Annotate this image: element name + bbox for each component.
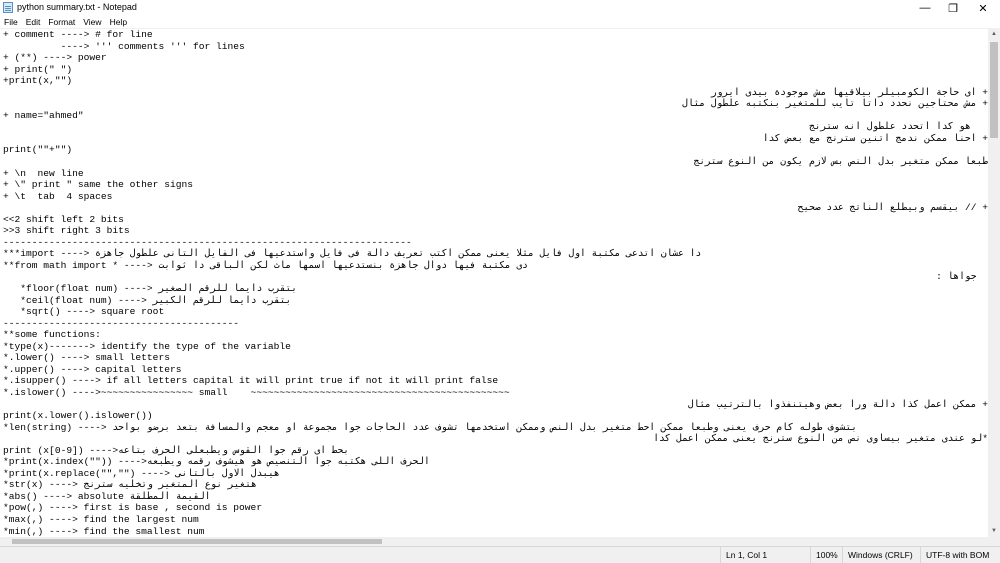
maximize-icon: ❐ [948,2,958,15]
editor-line: + ممكن اعمل كذا دالة ورا بعض وهيتنفذوا ب… [687,398,988,410]
menu-edit[interactable]: Edit [22,16,45,28]
title-bar[interactable]: python summary.txt - Notepad — ❐ ✕ [0,0,1000,16]
editor-line: جواها : [936,271,988,283]
minimize-button[interactable]: — [910,0,940,16]
editor-line: <<2 shift left 2 bits [3,213,124,225]
editor-line: + احنا ممكن ندمج اتنين سترنج مع بعض كدا [762,132,988,144]
editor-line: + name="ahmed" [3,109,84,121]
close-button[interactable]: ✕ [968,0,998,16]
editor-line: *ceil(float num) ----> بتقرب دايما للرقم… [3,294,292,306]
editor-line: + (**) ----> power [3,52,107,64]
menu-file[interactable]: File [0,16,22,28]
editor-line: *.lower() ----> small letters [3,352,170,364]
menu-help[interactable]: Help [106,16,131,28]
editor-line: *.isupper() ----> if all letters capital… [3,375,499,387]
editor-line: *print(x.replace("","") ----> هيبدل الاو… [3,467,280,479]
zoom-level: 100% [810,547,842,563]
notepad-icon [3,2,13,13]
editor-line: + \n new line [3,167,84,179]
editor-line: print(""+"") [3,144,73,156]
editor-line: ----> ''' comments ''' for lines [3,40,245,52]
editor-line: *sqrt() ----> square root [3,306,165,318]
editor-line: *str(x) ----> هتغير نوع المتغير وتخليه س… [3,479,257,491]
editor-line: طبعا ممكن متغير بدل النص بس لازم يكون من… [693,156,988,168]
menu-format[interactable]: Format [44,16,79,28]
editor-line: *type(x)-------> identify the type of th… [3,340,291,352]
editor-line: *len(string) ----> بتشوف طوله كام حرف يع… [3,421,858,433]
editor-line: +print(x,"") [3,75,73,87]
editor-line: ----------------------------------------… [3,236,412,248]
editor-line: + اى حاجة الكومبيلر بيلاقيها مش موجودة ب… [710,86,988,98]
menu-view[interactable]: View [79,16,105,28]
line-ending: Windows (CRLF) [842,547,920,563]
editor-line: + // بيقسم وبيطلع الناتج عدد صحيح [797,202,988,214]
editor-line: *abs() ----> absolute القيمة المطلقة [3,490,211,502]
editor-line: >>3 shift right 3 bits [3,225,130,237]
minimize-icon: — [919,2,931,14]
vertical-scrollbar[interactable]: ▲ ▼ [988,28,1000,537]
editor-line: *pow(,) ----> first is base , second is … [3,502,263,514]
editor-line: *min(,) ----> find the smallest num [3,525,205,537]
horizontal-scroll-thumb[interactable] [12,539,382,544]
editor-line: *.upper() ----> capital letters [3,363,182,375]
editor-line: *لو عندى متغير بيساوى نص من النوع سترنج … [653,433,988,445]
cursor-position: Ln 1, Col 1 [720,547,810,563]
editor-line: print(x.lower().islower()) [3,410,153,422]
editor-line: + \t tab 4 spaces [3,190,113,202]
editor-line: *floor(float num) ----> بتقرب دايما للرق… [3,283,298,295]
encoding: UTF-8 with BOM [920,547,1000,563]
window-title: python summary.txt - Notepad [17,2,137,12]
editor-line: هو كدا اتحدد علطول انه سترنج [809,121,988,133]
editor-line: print (x[0-9]) ---->بحط اى رقم جوا القوس… [3,444,350,456]
vertical-scroll-thumb[interactable] [990,42,998,138]
close-icon: ✕ [978,2,988,15]
editor-line: *.islower() ---->~~~~~~~~~~~~~~~~ small … [3,386,510,398]
scrollbar-corner [988,537,1000,546]
editor-line: + مش محتاجين نحدد داتا تايب للمتغير بنكت… [682,98,988,110]
editor-line: ***import ----> دا عشان اتدعى مكتبة اول … [3,248,702,260]
maximize-button[interactable]: ❐ [938,0,968,16]
editor-line: **some functions: [3,329,101,341]
editor-line: *max(,) ----> find the largest num [3,513,199,525]
editor-line: *print(x.index("")) ---->الحرف اللى هكتب… [3,456,430,468]
editor-line: **from math import * ----> دى مكتبة فيها… [3,259,528,271]
status-bar: Ln 1, Col 1 100% Windows (CRLF) UTF-8 wi… [0,546,1000,563]
text-editor[interactable]: + comment ----> # for line ----> ''' com… [0,28,988,538]
horizontal-scrollbar[interactable] [0,537,988,546]
scroll-up-icon[interactable]: ▲ [988,28,1000,40]
editor-line: + comment ----> # for line [3,29,153,40]
scroll-down-icon[interactable]: ▼ [988,525,1000,537]
menu-bar: File Edit Format View Help [0,16,1000,28]
editor-line: ----------------------------------------… [3,317,240,329]
editor-line: + \" print " same the other signs [3,179,193,191]
editor-line: + print(" ") [3,63,73,75]
